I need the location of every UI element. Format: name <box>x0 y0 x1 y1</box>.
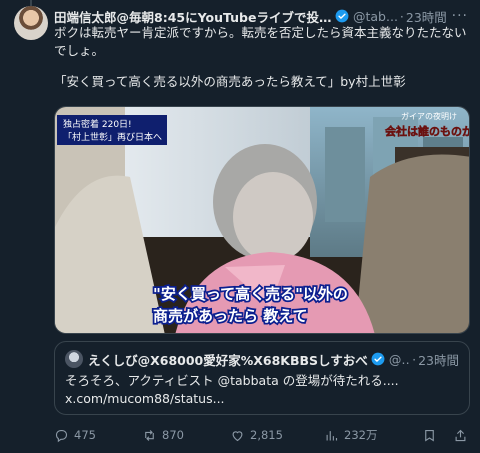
program-badge-line1: 独占密着 220日! <box>63 118 132 130</box>
reply-button[interactable]: 475 <box>54 428 142 443</box>
tweet-media-image[interactable]: 独占密着 220日! 「村上世彰」再び日本へ ガイアの夜明け 会社は誰のものか … <box>54 106 470 334</box>
views-button[interactable]: 232万 <box>324 427 412 443</box>
share-button[interactable] <box>453 428 468 443</box>
author-avatar[interactable] <box>14 6 48 40</box>
program-logo-line1: ガイアの夜明け <box>401 111 457 121</box>
bookmark-button[interactable] <box>422 428 437 443</box>
reply-count: 475 <box>74 428 96 442</box>
tweet-text-line: ボクは転売ヤー肯定派ですから。転売を否定したら資本主義なりたたないでしょ。 <box>54 25 467 58</box>
quoted-link[interactable]: x.com/mucom88/status... <box>65 390 459 408</box>
like-count: 2,815 <box>250 428 283 442</box>
quoted-author-avatar <box>65 350 83 368</box>
heart-icon <box>232 430 243 441</box>
bookmark-icon <box>425 429 434 442</box>
more-options-icon[interactable]: ··· <box>452 8 468 24</box>
program-badge-line2: 「村上世彰」再び日本へ <box>63 131 162 143</box>
quoted-timestamp: 23時間 <box>418 352 459 368</box>
reply-icon <box>55 429 68 442</box>
tweet-text-line: 「安く買って高く売る以外の商売あったら教えて」by村上世彰 <box>54 74 406 89</box>
tweet-text: ボクは転売ヤー肯定派ですから。転売を否定したら資本主義なりたたないでしょ。 「安… <box>54 24 468 91</box>
separator-dot: · <box>399 8 404 24</box>
view-count: 232万 <box>344 428 378 442</box>
tweet-actions: 475 870 2,815 232万 <box>54 425 468 445</box>
quoted-tweet[interactable]: えくしび@X68000愛好家%X68KBBSしすおべ @xbeeing · 23… <box>54 341 470 415</box>
like-button[interactable]: 2,815 <box>230 428 324 443</box>
quoted-author-name: えくしび@X68000愛好家%X68KBBSしすおべ <box>88 352 368 368</box>
quoted-tweet-header: えくしび@X68000愛好家%X68KBBSしすおべ @xbeeing · 23… <box>65 350 459 368</box>
author-name[interactable]: 田端信太郎@毎朝8:45にYouTubeライブで投資情... <box>54 7 332 26</box>
quoted-text-line: そろそろ、アクティビスト @tabbata の登場が待たれる.... <box>65 373 399 388</box>
author-handle[interactable]: @tab... <box>353 9 398 24</box>
quoted-tweet-text: そろそろ、アクティビスト @tabbata の登場が待たれる.... x.com… <box>65 372 459 408</box>
repost-icon <box>145 429 154 441</box>
repost-count: 870 <box>162 428 184 442</box>
quoted-author-handle: @xbeeing <box>388 351 410 367</box>
separator-dot: · <box>412 351 417 367</box>
verified-badge-icon <box>371 352 385 366</box>
verified-badge-icon <box>335 9 349 23</box>
tv-screenshot: 独占密着 220日! 「村上世彰」再び日本へ ガイアの夜明け 会社は誰のものか … <box>55 107 470 333</box>
program-logo-line2: 会社は誰のものか <box>385 124 470 138</box>
tweet-header: 田端信太郎@毎朝8:45にYouTubeライブで投資情... @tab... ·… <box>54 6 468 26</box>
repost-button[interactable]: 870 <box>142 428 230 443</box>
tweet-timestamp[interactable]: 23時間 <box>406 7 447 26</box>
analytics-icon <box>326 430 338 440</box>
share-icon <box>455 429 466 441</box>
caption-line1: "安く買って高く売る"以外の <box>153 285 348 303</box>
caption-line2: 商売があったら 教えて <box>153 307 307 325</box>
